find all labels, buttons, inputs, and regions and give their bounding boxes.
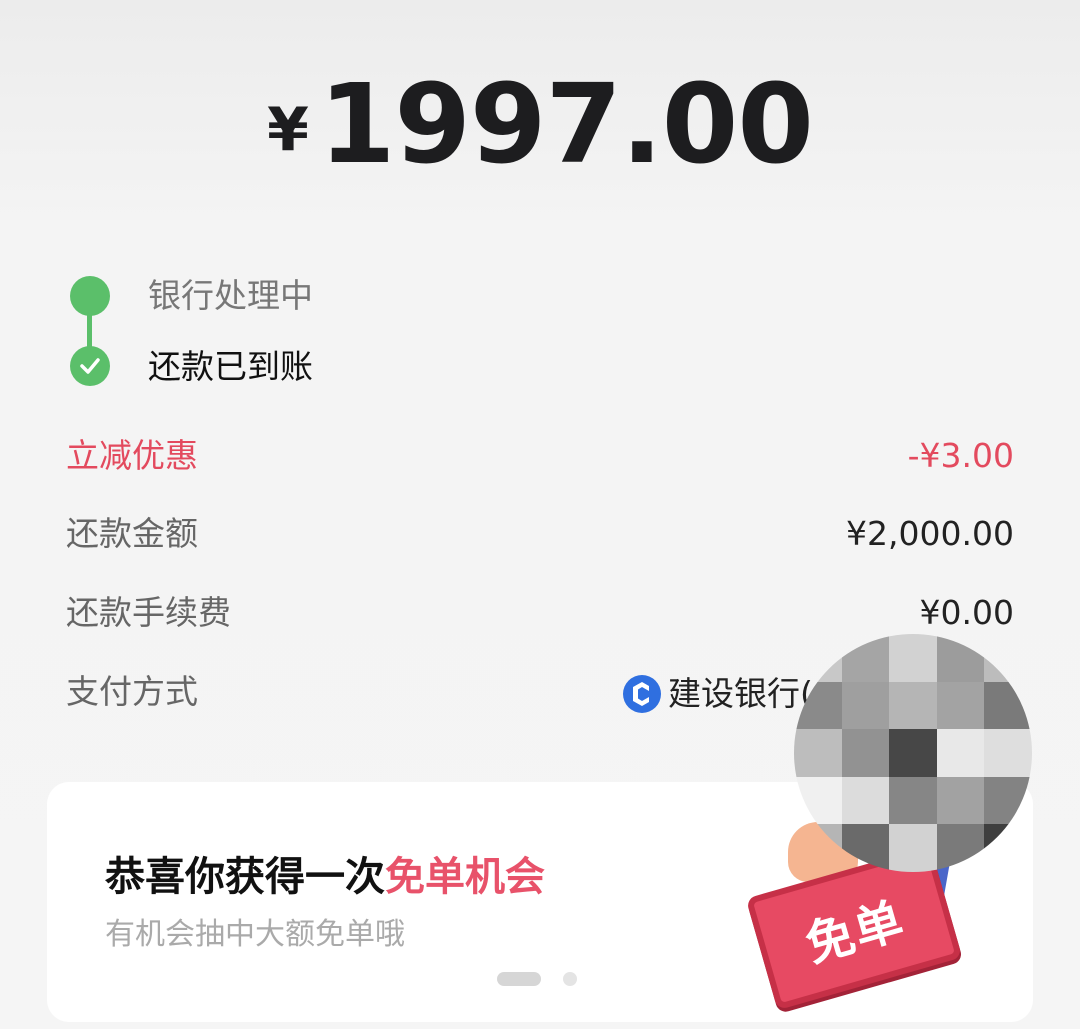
discount-value: -¥3.00 — [907, 436, 1014, 475]
promo-title-prefix: 恭喜你获得一次 — [105, 854, 385, 900]
payment-method-label: 支付方式 — [66, 672, 198, 711]
repay-amount-value: ¥2,000.00 — [846, 514, 1014, 553]
pager-dot-active[interactable] — [497, 972, 541, 986]
amount-value: 1997.00 — [318, 60, 814, 188]
promo-title: 恭喜你获得一次免单机会 — [105, 852, 545, 902]
currency-symbol: ¥ — [267, 95, 309, 165]
payment-amount: ¥1997.00 — [0, 60, 1080, 188]
timeline-step-arrived: 还款已到账 — [148, 347, 313, 386]
timeline-dot-icon — [70, 276, 110, 316]
repay-amount-label: 还款金额 — [66, 514, 198, 553]
discount-label: 立减优惠 — [66, 436, 198, 475]
promo-subtitle: 有机会抽中大额免单哦 — [105, 917, 405, 952]
service-fee-value: ¥0.00 — [919, 593, 1014, 632]
payment-method-value: 建设银行( — [668, 674, 813, 713]
badge-text: 免单 — [799, 892, 912, 974]
check-icon — [70, 346, 110, 386]
pixelated-privacy-mosaic — [794, 634, 1032, 872]
pager-dot[interactable] — [563, 972, 577, 986]
service-fee-label: 还款手续费 — [66, 593, 231, 632]
timeline-step-processing: 银行处理中 — [148, 276, 313, 315]
ccb-bank-logo-icon — [623, 675, 661, 713]
carousel-pager — [497, 972, 577, 986]
promo-title-highlight: 免单机会 — [385, 854, 545, 900]
payment-method: 建设银行( — [622, 672, 813, 716]
